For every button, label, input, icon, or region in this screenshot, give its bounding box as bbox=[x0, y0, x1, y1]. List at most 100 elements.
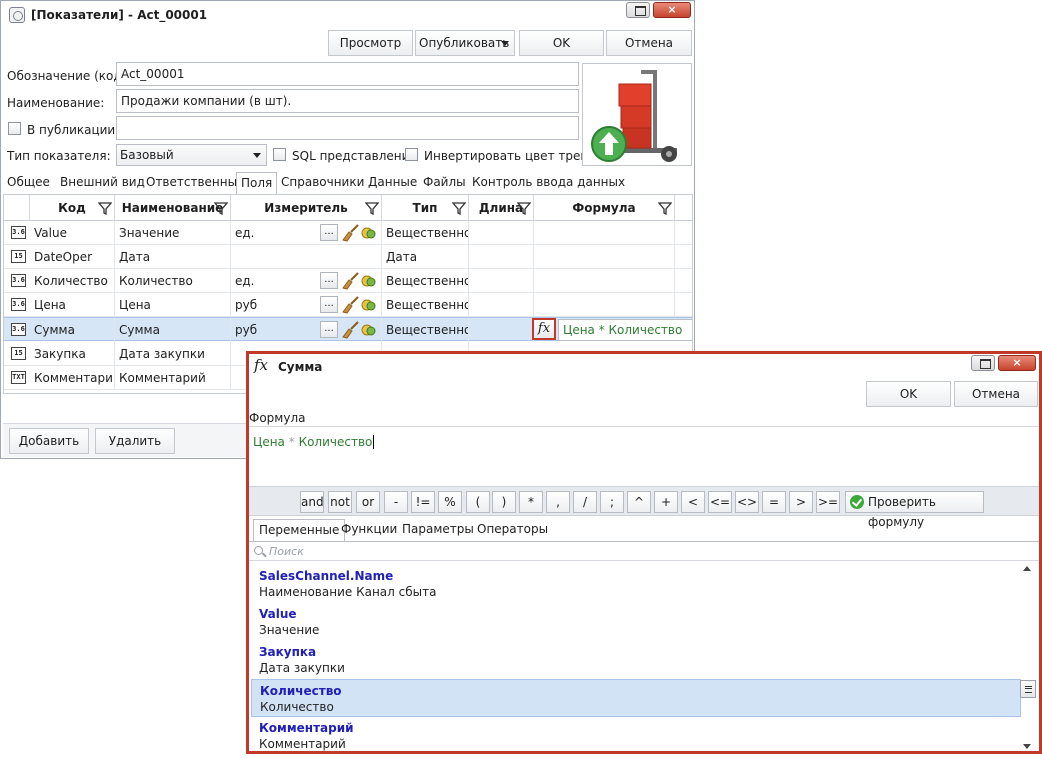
op-comma-button[interactable]: , bbox=[546, 491, 570, 513]
coins-icon[interactable] bbox=[361, 297, 377, 313]
check-formula-button[interactable]: Проверить формулу bbox=[845, 491, 984, 529]
broom-icon[interactable] bbox=[340, 295, 360, 314]
op-less-button[interactable]: < bbox=[681, 491, 705, 513]
op-minus-button[interactable]: - bbox=[384, 491, 408, 513]
tab-input-control[interactable]: Контроль ввода данных bbox=[468, 172, 629, 194]
tab-general[interactable]: Общее bbox=[3, 172, 54, 194]
dialog-restore-button[interactable] bbox=[971, 355, 995, 371]
op-power-button[interactable]: ^ bbox=[627, 491, 651, 513]
header-name[interactable]: Наименование bbox=[115, 195, 231, 221]
op-plus-button[interactable]: + bbox=[654, 491, 678, 513]
tab-functions[interactable]: Функции bbox=[336, 519, 402, 541]
op-semicolon-button[interactable]: ; bbox=[600, 491, 624, 513]
cell-formula[interactable] bbox=[534, 293, 675, 317]
op-and-button[interactable]: and bbox=[300, 491, 324, 513]
op-equal-button[interactable]: = bbox=[762, 491, 786, 513]
code-field[interactable]: Act_00001 bbox=[116, 62, 579, 86]
tab-parameters[interactable]: Параметры bbox=[397, 519, 479, 541]
name-field[interactable]: Продажи компании (в шт). bbox=[116, 89, 579, 113]
formula-text[interactable]: Цена * Количество​ bbox=[253, 435, 375, 449]
op-divide-button[interactable]: / bbox=[573, 491, 597, 513]
cell-unit[interactable] bbox=[231, 245, 382, 269]
ellipsis-button[interactable]: ... bbox=[320, 272, 338, 289]
tab-data[interactable]: Данные bbox=[364, 172, 421, 194]
scroll-down-arrow-icon[interactable] bbox=[1023, 744, 1031, 749]
op-close-paren-button[interactable]: ) bbox=[492, 491, 516, 513]
list-item[interactable]: Закупка Дата закупки bbox=[251, 641, 1021, 679]
header-unit[interactable]: Измеритель bbox=[231, 195, 382, 221]
cell-formula[interactable]: Цена * Количество bbox=[558, 319, 692, 341]
publication-field[interactable] bbox=[116, 116, 579, 140]
op-percent-button[interactable]: % bbox=[438, 491, 462, 513]
tab-appearance[interactable]: Внешний вид bbox=[56, 172, 149, 194]
list-item-selected[interactable]: Количество Количество bbox=[251, 679, 1021, 717]
sql-checkbox[interactable] bbox=[273, 148, 286, 161]
op-not-equal-alt-button[interactable]: <> bbox=[735, 491, 759, 513]
cell-formula[interactable] bbox=[534, 221, 675, 245]
cell-formula[interactable] bbox=[534, 269, 675, 293]
tab-fields[interactable]: Поля bbox=[236, 172, 278, 194]
formula-editor[interactable]: Цена * Количество​ bbox=[249, 426, 1039, 486]
list-item[interactable]: Комментарий Комментарий bbox=[251, 717, 1021, 752]
op-greater-button[interactable]: > bbox=[789, 491, 813, 513]
list-item[interactable]: SalesChannel.Name Наименование Канал сбы… bbox=[251, 565, 1021, 603]
type-select[interactable]: Базовый bbox=[116, 144, 267, 166]
filter-icon[interactable] bbox=[452, 201, 466, 215]
invert-trend-checkbox[interactable] bbox=[405, 148, 418, 161]
header-length[interactable]: Длина bbox=[469, 195, 534, 221]
op-not-button[interactable]: not bbox=[328, 491, 352, 513]
indicator-picture[interactable] bbox=[582, 63, 692, 166]
op-not-equal-button[interactable]: != bbox=[411, 491, 435, 513]
broom-icon[interactable] bbox=[340, 223, 360, 242]
table-row-selected[interactable]: 3.6 Сумма Сумма руб ... Вещественное fx … bbox=[4, 317, 692, 342]
op-less-equal-button[interactable]: <= bbox=[708, 491, 732, 513]
header-type[interactable]: Тип bbox=[382, 195, 469, 221]
tab-files[interactable]: Файлы bbox=[419, 172, 470, 194]
tab-operators[interactable]: Операторы bbox=[472, 519, 553, 541]
preview-button[interactable]: Просмотр bbox=[328, 30, 413, 56]
coins-icon[interactable] bbox=[361, 322, 377, 338]
header-formula[interactable]: Формула bbox=[534, 195, 675, 221]
filter-icon[interactable] bbox=[517, 201, 531, 215]
filter-icon[interactable] bbox=[658, 201, 672, 215]
delete-button[interactable]: Удалить bbox=[95, 428, 175, 454]
coins-icon[interactable] bbox=[361, 273, 377, 289]
list-item[interactable]: Value Значение bbox=[251, 603, 1021, 641]
fx-formula-button[interactable]: fx bbox=[532, 318, 556, 340]
broom-icon[interactable] bbox=[340, 271, 360, 290]
ok-button[interactable]: OK bbox=[519, 30, 604, 56]
filter-icon[interactable] bbox=[98, 201, 112, 215]
ellipsis-button[interactable]: ... bbox=[320, 224, 338, 241]
dialog-close-button[interactable]: × bbox=[998, 355, 1036, 371]
tab-variables[interactable]: Переменные bbox=[253, 519, 346, 541]
ellipsis-button[interactable]: ... bbox=[320, 296, 338, 313]
restore-button[interactable] bbox=[626, 2, 650, 18]
cell-formula[interactable] bbox=[534, 245, 675, 269]
coins-icon[interactable] bbox=[361, 225, 377, 241]
cancel-button[interactable]: Отмена bbox=[606, 30, 692, 56]
publish-dropdown-button[interactable]: Опубликовать bbox=[415, 30, 515, 56]
close-button[interactable]: × bbox=[653, 2, 691, 18]
scrollbar-thumb[interactable] bbox=[1020, 680, 1036, 698]
op-greater-equal-button[interactable]: >= bbox=[816, 491, 840, 513]
filter-icon[interactable] bbox=[365, 201, 379, 215]
op-multiply-button[interactable]: * bbox=[519, 491, 543, 513]
add-button[interactable]: Добавить bbox=[9, 428, 89, 454]
scroll-up-arrow-icon[interactable] bbox=[1023, 566, 1031, 571]
table-row[interactable]: 15 DateOper Дата Дата bbox=[4, 245, 692, 269]
table-row[interactable]: 3.6 Количество Количество ед. ... Вещест… bbox=[4, 269, 692, 293]
broom-icon[interactable] bbox=[340, 320, 360, 339]
table-row[interactable]: 3.6 Value Значение ед. ... Вещественное bbox=[4, 221, 692, 245]
ellipsis-button[interactable]: ... bbox=[320, 321, 338, 338]
header-code[interactable]: Код bbox=[30, 195, 115, 221]
publication-checkbox[interactable] bbox=[8, 122, 21, 135]
tab-responsible[interactable]: Ответственные bbox=[142, 172, 248, 194]
dialog-cancel-button[interactable]: Отмена bbox=[954, 381, 1038, 407]
search-input[interactable]: Поиск bbox=[249, 541, 1039, 561]
op-or-button[interactable]: or bbox=[356, 491, 380, 513]
op-open-paren-button[interactable]: ( bbox=[466, 491, 490, 513]
table-row[interactable]: 3.6 Цена Цена руб ... Вещественное bbox=[4, 293, 692, 317]
tab-references[interactable]: Справочники bbox=[277, 172, 368, 194]
filter-icon[interactable] bbox=[214, 201, 228, 215]
dialog-ok-button[interactable]: OK bbox=[866, 381, 951, 407]
